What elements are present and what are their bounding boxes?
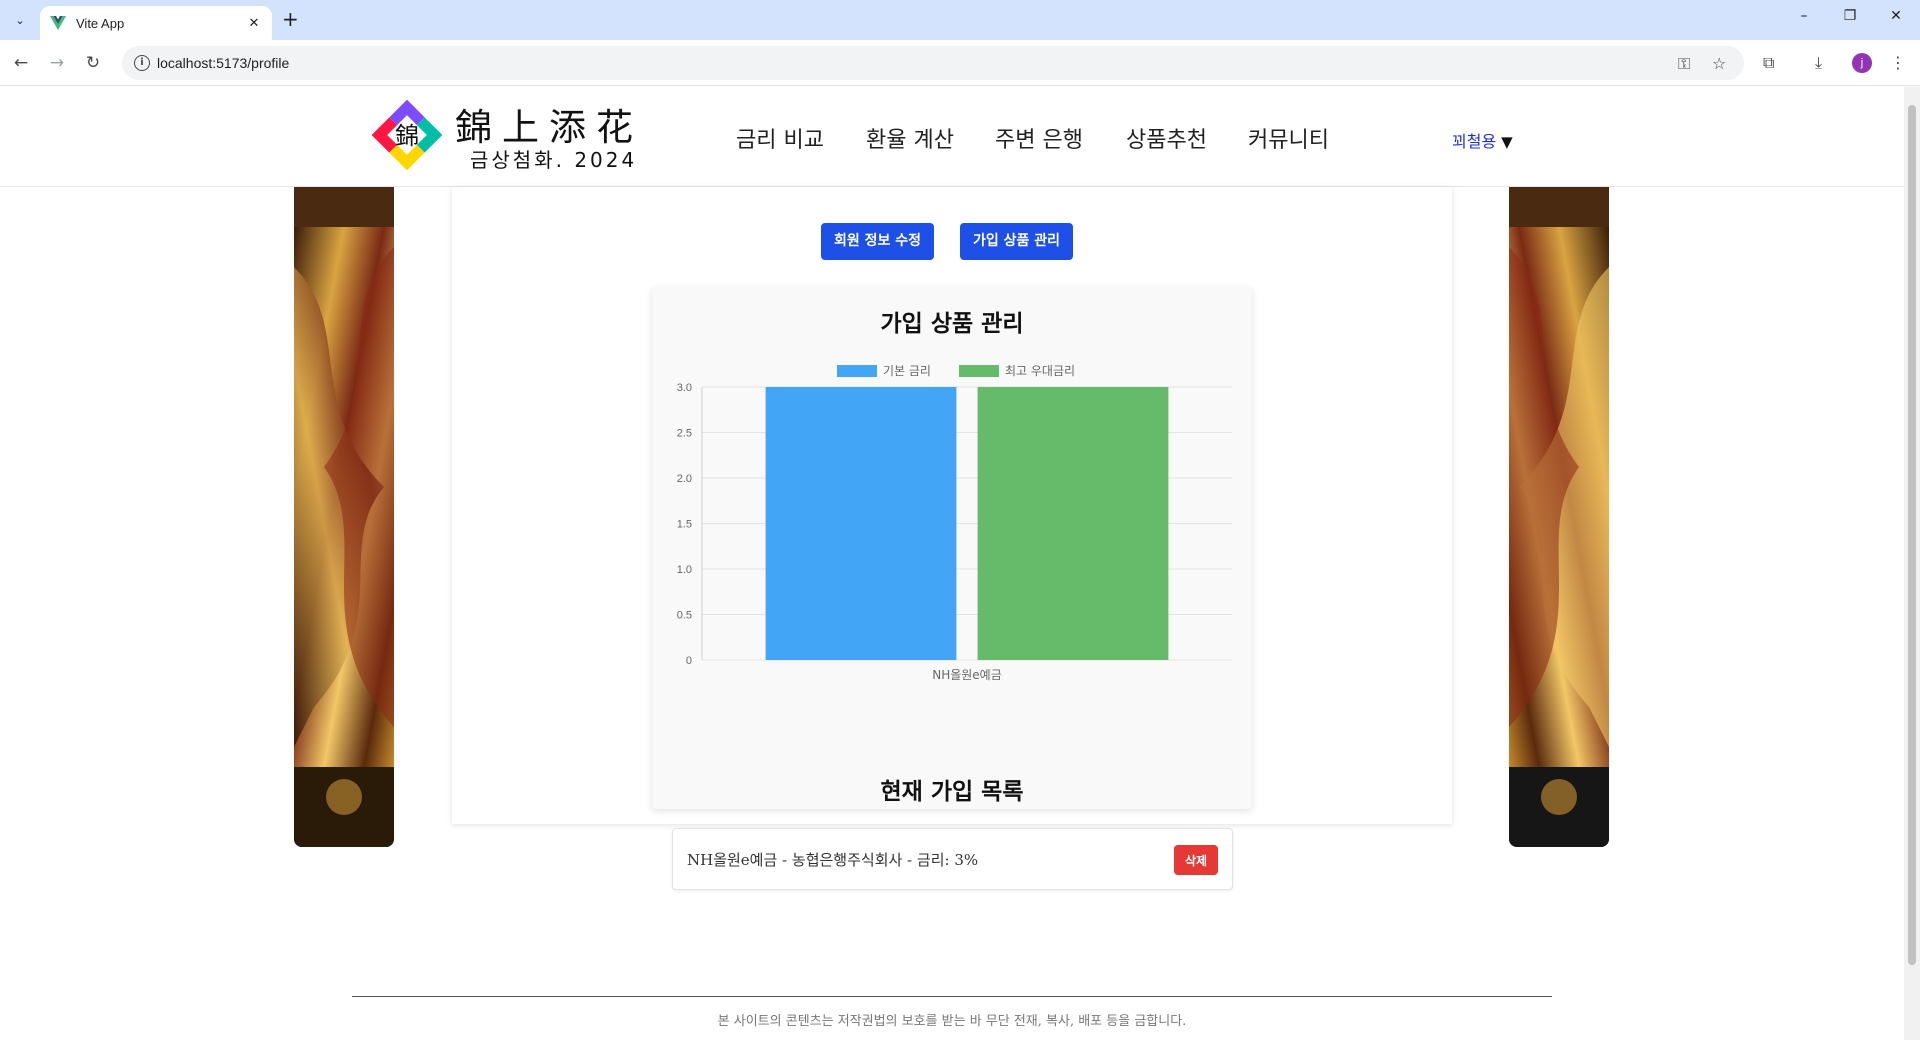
legend-label: 기본 금리: [883, 364, 931, 378]
caret-down-icon[interactable]: ▼: [1501, 133, 1513, 151]
profile-main-card: 회원 정보 수정 가입 상품 관리 가입 상품 관리 0 0.5 1.0 1.5 2.0…: [452, 187, 1452, 890]
legend-swatch: [959, 365, 999, 377]
tab-search-chevron-icon[interactable]: ⌄: [8, 8, 32, 32]
y-tick-label: 0.5: [677, 610, 692, 622]
page-scrollbar[interactable]: [1904, 87, 1920, 1040]
y-tick-label: 1.0: [677, 564, 692, 576]
subscription-text: NH올원e예금 - 농협은행주식회사 - 금리: 3%: [687, 851, 979, 869]
y-tick-label: 0: [686, 655, 692, 667]
forward-icon[interactable]: →: [46, 52, 68, 74]
bar: [765, 387, 957, 660]
browser-tab[interactable]: Vite App ✕: [40, 6, 272, 40]
scrollbar-thumb[interactable]: [1908, 105, 1916, 965]
site-header: 錦 錦上添花 금상첨화. 2024 금리 비교 환율 계산 주변 은행 상품추천…: [0, 87, 1904, 187]
user-name[interactable]: 꾀철용: [1452, 132, 1496, 151]
delete-subscription-button[interactable]: 삭제: [1174, 845, 1218, 875]
y-tick-label: 1.5: [677, 519, 692, 531]
bar: [977, 387, 1169, 660]
reload-icon[interactable]: ↻: [82, 52, 104, 74]
profile-avatar[interactable]: j: [1852, 53, 1872, 73]
logo-glyph: 錦: [395, 122, 419, 150]
tab-close-icon[interactable]: ✕: [246, 16, 262, 31]
nav-community[interactable]: 커뮤니티: [1248, 122, 1329, 154]
browser-menu-icon[interactable]: ⋮: [1890, 53, 1906, 72]
manage-products-button[interactable]: 가입 상품 관리: [960, 223, 1074, 260]
nav-product-recommend[interactable]: 상품추천: [1126, 122, 1207, 154]
logo-subtitle: 금상첨화. 2024: [470, 148, 638, 172]
tab-title: Vite App: [76, 15, 125, 31]
subscription-item: NH올원e예금 - 농협은행주식회사 - 금리: 3% 삭제: [672, 828, 1233, 890]
address-bar[interactable]: i localhost:5173/profile ⚿ ☆: [122, 46, 1744, 80]
nav-rate-compare[interactable]: 금리 비교: [736, 122, 824, 154]
y-tick-label: 2.5: [677, 428, 692, 440]
back-icon[interactable]: ←: [10, 52, 32, 74]
password-key-icon[interactable]: ⚿: [1678, 54, 1690, 74]
edit-profile-button[interactable]: 회원 정보 수정: [821, 223, 935, 260]
address-url[interactable]: localhost:5173/profile: [157, 55, 289, 71]
y-tick-label: 2.0: [677, 473, 692, 485]
page-viewport: 錦 錦上添花 금상첨화. 2024 금리 비교 환율 계산 주변 은행 상품추천…: [0, 87, 1904, 1040]
download-icon[interactable]: ⤓: [1815, 53, 1822, 73]
logo-icon[interactable]: 錦: [372, 100, 442, 170]
new-tab-icon[interactable]: +: [282, 9, 299, 29]
minimize-icon[interactable]: –: [1781, 8, 1827, 24]
footer-divider: [352, 996, 1552, 997]
site-info-icon[interactable]: i: [134, 55, 150, 71]
footer-copyright: 본 사이트의 콘텐츠는 저작권법의 보호를 받는 바 무단 전재, 복사, 배포…: [717, 1014, 1187, 1029]
window-close-icon[interactable]: ✕: [1873, 8, 1919, 24]
vue-favicon-icon: [50, 16, 66, 30]
user-menu[interactable]: 꾀철용 ▼: [1452, 128, 1513, 152]
extensions-icon[interactable]: ⧉: [1763, 53, 1774, 73]
legend-swatch: [837, 365, 877, 377]
right-ornament-banner: [1509, 187, 1609, 847]
product-management-panel: 가입 상품 관리 0 0.5 1.0 1.5 2.0 2.5 3.0 기본 금리 최고 우대금리…: [652, 287, 1252, 890]
rate-bar-chart: 0 0.5 1.0 1.5 2.0 2.5 3.0 기본 금리 최고 우대금리 NH올원e예금: [677, 364, 1232, 682]
logo-title[interactable]: 錦上添花: [455, 97, 643, 151]
current-subscriptions-title: 현재 가입 목록: [880, 778, 1024, 805]
y-tick-label: 3.0: [677, 382, 692, 394]
nav-nearby-bank[interactable]: 주변 은행: [995, 122, 1083, 154]
bookmark-star-icon[interactable]: ☆: [1712, 54, 1726, 73]
left-ornament-banner: [294, 187, 394, 847]
legend-label: 최고 우대금리: [1005, 364, 1075, 378]
panel-title: 가입 상품 관리: [880, 310, 1024, 337]
x-tick-label: NH올원e예금: [932, 668, 1002, 682]
browser-toolbar: ← → ↻ i localhost:5173/profile ⚿ ☆ ⧉ ⤓ j…: [0, 40, 1920, 86]
nav-exchange-calc[interactable]: 환율 계산: [866, 122, 954, 154]
browser-tab-strip: ⌄ Vite App ✕ + – ❐ ✕: [0, 0, 1920, 40]
restore-icon[interactable]: ❐: [1827, 8, 1873, 24]
